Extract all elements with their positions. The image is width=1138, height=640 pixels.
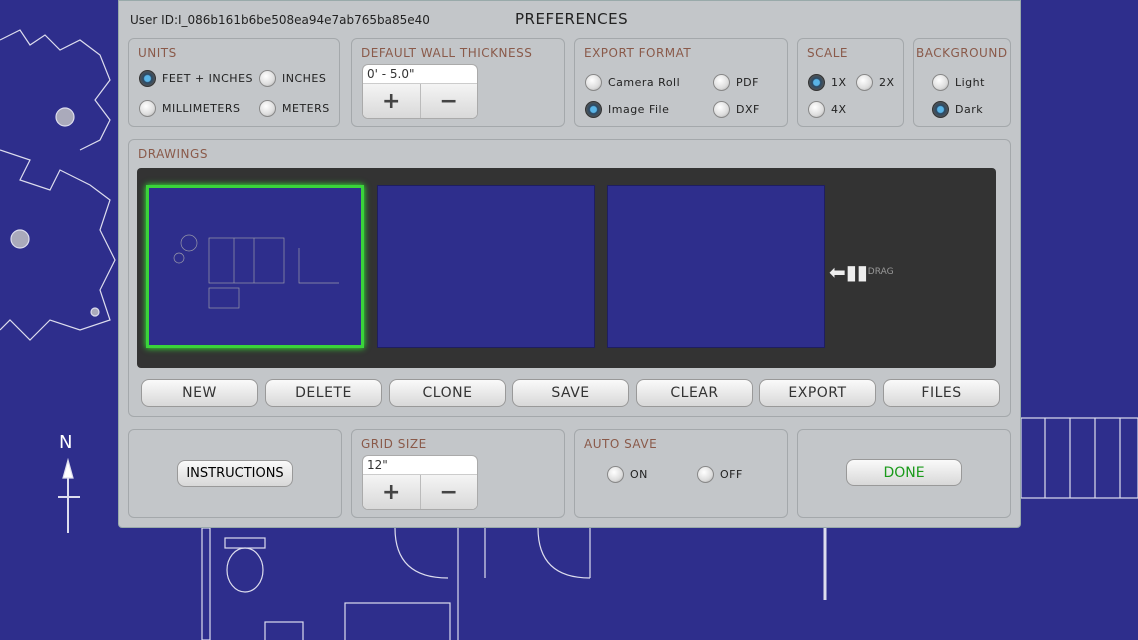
radio-label: 2X: [879, 76, 895, 89]
scale-section: SCALE 1X 2X 4X: [797, 38, 904, 127]
decrement-button[interactable]: −: [421, 84, 478, 118]
instructions-button[interactable]: INSTRUCTIONS: [177, 460, 293, 487]
radio-label: Light: [955, 76, 985, 89]
radio-icon: [697, 466, 714, 483]
wall-thickness-value[interactable]: 0' - 5.0": [363, 65, 477, 84]
units-label: UNITS: [138, 46, 177, 60]
compass-north-label: N: [59, 432, 73, 453]
radio-icon: [856, 74, 873, 91]
radio-dxf[interactable]: DXF: [713, 101, 760, 118]
radio-icon: [713, 74, 730, 91]
radio-icon: [259, 70, 276, 87]
increment-button[interactable]: +: [363, 475, 421, 509]
radio-icon: [808, 101, 825, 118]
grid-size-section: GRID SIZE 12" + −: [351, 429, 565, 518]
auto-save-label: AUTO SAVE: [584, 437, 658, 451]
dialog-title: PREFERENCES: [515, 10, 629, 28]
drawings-carousel[interactable]: ⬅▮▮ DRAG: [137, 168, 996, 368]
clone-button[interactable]: CLONE: [389, 379, 506, 407]
radio-feet-inches[interactable]: FEET + INCHES: [139, 70, 253, 87]
floorplan-preview: [173, 234, 339, 309]
done-button[interactable]: DONE: [846, 459, 962, 486]
radio-label: Dark: [955, 103, 984, 116]
save-button[interactable]: SAVE: [512, 379, 629, 407]
grid-size-label: GRID SIZE: [361, 437, 427, 451]
units-section: UNITS FEET + INCHES INCHES MILLIMETERS M…: [128, 38, 340, 127]
radio-icon: [808, 74, 825, 91]
done-section: DONE: [797, 429, 1011, 518]
wall-thickness-label: DEFAULT WALL THICKNESS: [361, 46, 533, 60]
radio-pdf[interactable]: PDF: [713, 74, 759, 91]
drawings-section: DRAWINGS ⬅▮▮ DRAG: [128, 139, 1011, 417]
radio-icon: [585, 74, 602, 91]
auto-save-section: AUTO SAVE ON OFF: [574, 429, 788, 518]
drag-label: DRAG: [867, 267, 894, 277]
radio-dark[interactable]: Dark: [932, 101, 983, 118]
radio-label: FEET + INCHES: [162, 72, 254, 85]
radio-icon: [585, 101, 602, 118]
radio-scale-4x[interactable]: 4X: [808, 101, 847, 118]
radio-label: DXF: [736, 103, 760, 116]
grid-size-stepper: 12" + −: [362, 455, 478, 510]
radio-light[interactable]: Light: [932, 74, 985, 91]
radio-icon: [932, 74, 949, 91]
background-label: BACKGROUND: [916, 46, 1008, 60]
grid-size-value[interactable]: 12": [363, 456, 477, 475]
preferences-dialog: User ID:I_086b161b6be508ea94e7ab765ba85e…: [118, 0, 1021, 528]
radio-label: ON: [630, 468, 648, 481]
radio-label: OFF: [720, 468, 743, 481]
drawing-thumbnail[interactable]: [607, 185, 825, 348]
radio-icon: [713, 101, 730, 118]
drawing-thumbnail[interactable]: [146, 185, 364, 348]
export-format-label: EXPORT FORMAT: [584, 46, 692, 60]
radio-label: INCHES: [282, 72, 327, 85]
delete-button[interactable]: DELETE: [265, 379, 382, 407]
radio-label: MILLIMETERS: [162, 102, 241, 115]
radio-label: METERS: [282, 102, 330, 115]
radio-label: Image File: [608, 103, 670, 116]
radio-scale-2x[interactable]: 2X: [856, 74, 895, 91]
radio-autosave-off[interactable]: OFF: [697, 466, 743, 483]
radio-meters[interactable]: METERS: [259, 100, 330, 117]
radio-label: 4X: [831, 103, 847, 116]
drawings-label: DRAWINGS: [138, 147, 208, 161]
scale-label: SCALE: [807, 46, 848, 60]
radio-inches[interactable]: INCHES: [259, 70, 326, 87]
radio-icon: [139, 70, 156, 87]
wall-thickness-section: DEFAULT WALL THICKNESS 0' - 5.0" + −: [351, 38, 565, 127]
radio-icon: [139, 100, 156, 117]
increment-button[interactable]: +: [363, 84, 421, 118]
radio-icon: [932, 101, 949, 118]
radio-icon: [607, 466, 624, 483]
instructions-section: INSTRUCTIONS: [128, 429, 342, 518]
decrement-button[interactable]: −: [421, 475, 478, 509]
radio-millimeters[interactable]: MILLIMETERS: [139, 100, 240, 117]
radio-camera-roll[interactable]: Camera Roll: [585, 74, 680, 91]
radio-autosave-on[interactable]: ON: [607, 466, 648, 483]
background-section: BACKGROUND Light Dark: [913, 38, 1011, 127]
export-button[interactable]: EXPORT: [759, 379, 876, 407]
radio-image-file[interactable]: Image File: [585, 101, 669, 118]
radio-scale-1x[interactable]: 1X: [808, 74, 847, 91]
clear-button[interactable]: CLEAR: [636, 379, 753, 407]
radio-icon: [259, 100, 276, 117]
export-format-section: EXPORT FORMAT Camera Roll PDF Image File…: [574, 38, 788, 127]
wall-thickness-stepper: 0' - 5.0" + −: [362, 64, 478, 119]
radio-label: Camera Roll: [608, 76, 681, 89]
files-button[interactable]: FILES: [883, 379, 1000, 407]
drawing-thumbnail[interactable]: [377, 185, 595, 348]
drag-hint: ⬅▮▮ DRAG: [829, 260, 894, 284]
arrow-left-icon: ⬅▮▮: [829, 260, 868, 284]
radio-label: PDF: [736, 76, 759, 89]
user-id: User ID:I_086b161b6be508ea94e7ab765ba85e…: [130, 13, 430, 27]
radio-label: 1X: [831, 76, 847, 89]
new-button[interactable]: NEW: [141, 379, 258, 407]
